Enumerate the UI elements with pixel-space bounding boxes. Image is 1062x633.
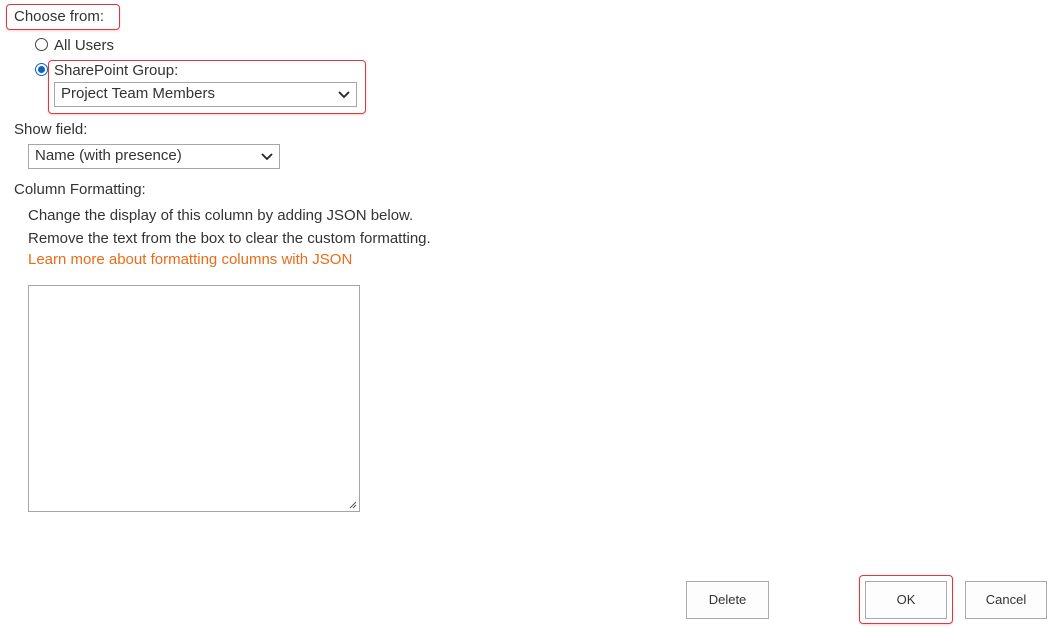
radio-all-users-label[interactable]: All Users [54,37,114,55]
choose-from-label: Choose from: [14,8,105,25]
delete-button[interactable]: Delete [686,581,769,619]
learn-more-link[interactable]: Learn more about formatting columns with… [28,251,352,269]
json-formatting-textarea[interactable] [28,285,360,512]
sharepoint-group-select[interactable]: Project Team Members [54,82,357,107]
chevron-down-icon [338,90,350,98]
show-field-select-value: Name (with presence) [35,147,182,164]
resize-grip-icon[interactable] [349,501,357,509]
radio-sharepoint-group[interactable] [35,63,48,76]
sharepoint-group-select-value: Project Team Members [61,85,215,102]
column-formatting-description-2: Remove the text from the box to clear th… [28,230,431,247]
column-formatting-label: Column Formatting: [14,181,146,198]
ok-button[interactable]: OK [865,581,947,619]
radio-all-users[interactable] [35,38,48,51]
column-formatting-description-1: Change the display of this column by add… [28,207,414,224]
show-field-label: Show field: [14,121,88,138]
radio-sharepoint-group-label[interactable]: SharePoint Group: [54,62,178,80]
chevron-down-icon [261,152,273,160]
show-field-select[interactable]: Name (with presence) [28,144,280,169]
cancel-button[interactable]: Cancel [965,581,1047,619]
